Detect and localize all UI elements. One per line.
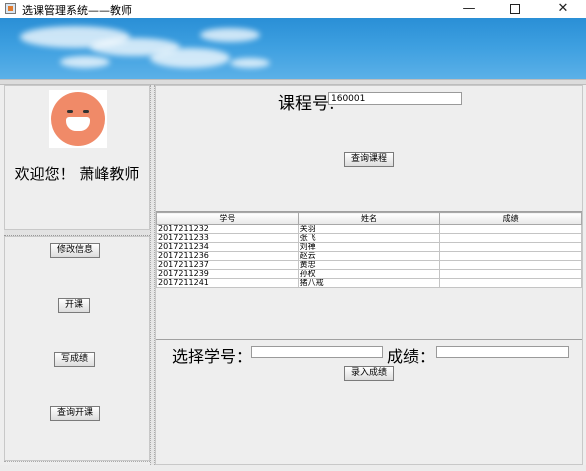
student-name-cell[interactable]: 刘禅 (297, 242, 441, 252)
score-cell[interactable] (439, 233, 582, 243)
profile-panel: 欢迎您！ 萧峰教师 (4, 85, 150, 230)
table-row[interactable]: 2017211232 关羽 (156, 224, 582, 234)
score-cell[interactable] (439, 242, 582, 252)
student-id-cell[interactable]: 2017211237 (156, 260, 299, 270)
score-cell[interactable] (439, 251, 582, 261)
window-bottom-edge (0, 465, 586, 471)
menu-panel: 修改信息 开课 写成绩 查询开课 (4, 236, 150, 461)
table-row[interactable]: 2017211236 赵云 (156, 251, 582, 261)
student-id-input[interactable] (251, 346, 383, 358)
course-number-input[interactable]: 160001 (328, 92, 462, 105)
course-panel: 课程号: 160001 查询课程 学号 姓名 成绩 2017211232 关羽 2… (155, 85, 583, 465)
java-app-icon (5, 3, 16, 14)
table-row[interactable]: 2017211234 刘禅 (156, 242, 582, 252)
student-name-cell[interactable]: 赵云 (297, 251, 441, 261)
student-table: 学号 姓名 成绩 2017211232 关羽 2017211233 张飞 20172… (156, 211, 582, 340)
submit-score-button[interactable]: 录入成绩 (344, 366, 395, 381)
score-cell[interactable] (439, 224, 582, 234)
student-name-cell[interactable]: 黄忠 (297, 260, 441, 270)
table-row[interactable]: 2017211237 黄忠 (156, 260, 582, 270)
score-label: 成绩： (387, 347, 436, 366)
student-id-cell[interactable]: 2017211233 (156, 233, 299, 243)
select-student-id-label: 选择学号： (172, 347, 253, 366)
query-course-button[interactable]: 查询课程 (344, 152, 395, 167)
maximize-icon (510, 3, 520, 14)
table-row[interactable]: 2017211233 张飞 (156, 233, 582, 243)
student-name-cell[interactable]: 猪八戒 (297, 278, 441, 288)
table-row[interactable]: 2017211241 猪八戒 (156, 278, 582, 288)
student-id-cell[interactable]: 2017211234 (156, 242, 299, 252)
student-id-cell[interactable]: 2017211232 (156, 224, 299, 234)
score-input[interactable] (436, 346, 569, 358)
score-cell[interactable] (439, 278, 582, 288)
close-button[interactable]: ✕ (540, 0, 586, 18)
edit-info-button[interactable]: 修改信息 (50, 243, 101, 258)
student-id-cell[interactable]: 2017211241 (156, 278, 299, 288)
open-course-button[interactable]: 开课 (58, 298, 91, 313)
close-icon: ✕ (557, 1, 569, 16)
score-cell[interactable] (439, 260, 582, 270)
minimize-button[interactable]: — (446, 0, 492, 18)
welcome-text: 欢迎您！ 萧峰教师 (14, 165, 140, 183)
minimize-icon: — (462, 1, 476, 16)
window-title: 选课管理系统——教师 (22, 4, 132, 17)
title-bar: 选课管理系统——教师 — ✕ (0, 0, 586, 18)
course-number-label: 课程号: (278, 94, 335, 114)
table-row[interactable]: 2017211239 孙权 (156, 269, 582, 279)
student-id-cell[interactable]: 2017211239 (156, 269, 299, 279)
maximize-button[interactable] (492, 0, 538, 18)
sky-banner-image (0, 18, 586, 80)
column-header-name[interactable]: 姓名 (297, 212, 441, 225)
column-header-id[interactable]: 学号 (156, 212, 299, 225)
avatar (49, 90, 107, 148)
query-open-course-button[interactable]: 查询开课 (50, 406, 101, 421)
student-id-cell[interactable]: 2017211236 (156, 251, 299, 261)
student-name-cell[interactable]: 张飞 (297, 233, 441, 243)
score-cell[interactable] (439, 269, 582, 279)
student-name-cell[interactable]: 关羽 (297, 224, 441, 234)
write-score-button[interactable]: 写成绩 (54, 352, 96, 367)
column-header-score[interactable]: 成绩 (439, 212, 582, 225)
student-name-cell[interactable]: 孙权 (297, 269, 441, 279)
